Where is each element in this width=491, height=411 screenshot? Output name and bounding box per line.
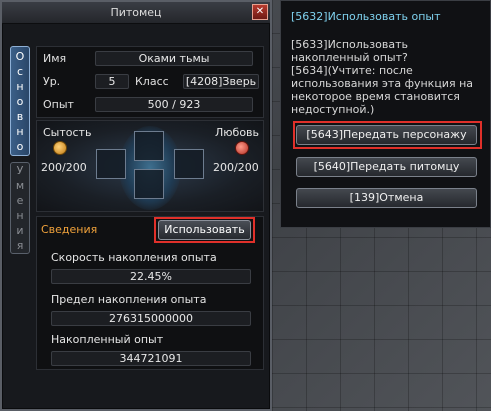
accumulated-exp-label: Накопленный опыт	[51, 333, 164, 346]
dialog-body: [5633]Использовать накопленный опыт? [56…	[291, 38, 474, 116]
pet-window-title: Питомец	[110, 6, 162, 19]
class-value: [4208]Зверь	[183, 74, 259, 89]
use-button[interactable]: Использовать	[158, 220, 251, 240]
name-label: Имя	[43, 52, 67, 65]
pet-window-titlebar[interactable]: Питомец ✕	[2, 2, 270, 24]
tab-main-label: Основно	[15, 49, 25, 153]
pet-window: Питомец ✕ Основно Умения Имя Оками тьмы …	[0, 0, 272, 411]
use-exp-dialog: [5632]Использовать опыт [5633]Использова…	[280, 0, 491, 228]
close-icon[interactable]: ✕	[252, 4, 268, 20]
level-row: Ур. 5 Класс [4208]Зверь	[37, 73, 265, 91]
pet-info-panel: Имя Оками тьмы Ур. 5 Класс [4208]Зверь О…	[36, 46, 264, 118]
tab-skills[interactable]: Умения	[10, 162, 30, 254]
details-heading: Сведения	[41, 223, 98, 236]
exp-rate-value: 22.45%	[51, 269, 251, 284]
name-row: Имя Оками тьмы	[37, 50, 265, 68]
love-label: Любовь	[215, 126, 260, 139]
pet-details-panel: Сведения Использовать Скорость накоплени…	[36, 216, 264, 370]
level-label: Ур.	[43, 75, 61, 88]
tab-main[interactable]: Основно	[10, 46, 30, 156]
satiety-value: 200/200	[41, 161, 87, 174]
exp-label: Опыт	[43, 98, 74, 111]
transfer-to-pet-button[interactable]: [5640]Передать питомцу	[296, 157, 477, 177]
cancel-button[interactable]: [139]Отмена	[296, 188, 477, 208]
pet-portrait-area: Сытость 200/200 Любовь 200/200	[36, 120, 264, 212]
dialog-title: [5632]Использовать опыт	[291, 10, 441, 23]
equip-slot-left[interactable]	[96, 149, 126, 179]
equip-slot-top[interactable]	[134, 131, 164, 161]
class-label: Класс	[135, 75, 169, 88]
exp-rate-label: Скорость накопления опыта	[51, 251, 217, 264]
exp-limit-value: 276315000000	[51, 311, 251, 326]
satiety-label: Сытость	[43, 126, 92, 139]
love-value: 200/200	[213, 161, 259, 174]
name-value: Оками тьмы	[95, 51, 253, 66]
exp-limit-label: Предел накопления опыта	[51, 293, 207, 306]
equip-slot-bottom[interactable]	[134, 169, 164, 199]
exp-value: 500 / 923	[95, 97, 253, 112]
heart-icon	[235, 141, 249, 155]
exp-row: Опыт 500 / 923	[37, 96, 265, 114]
equip-slot-right[interactable]	[174, 149, 204, 179]
level-value: 5	[95, 74, 129, 89]
satiety-icon	[53, 141, 67, 155]
accumulated-exp-value: 344721091	[51, 351, 251, 366]
tab-skills-label: Умения	[15, 164, 25, 252]
transfer-to-character-button[interactable]: [5643]Передать персонажу	[296, 125, 477, 145]
